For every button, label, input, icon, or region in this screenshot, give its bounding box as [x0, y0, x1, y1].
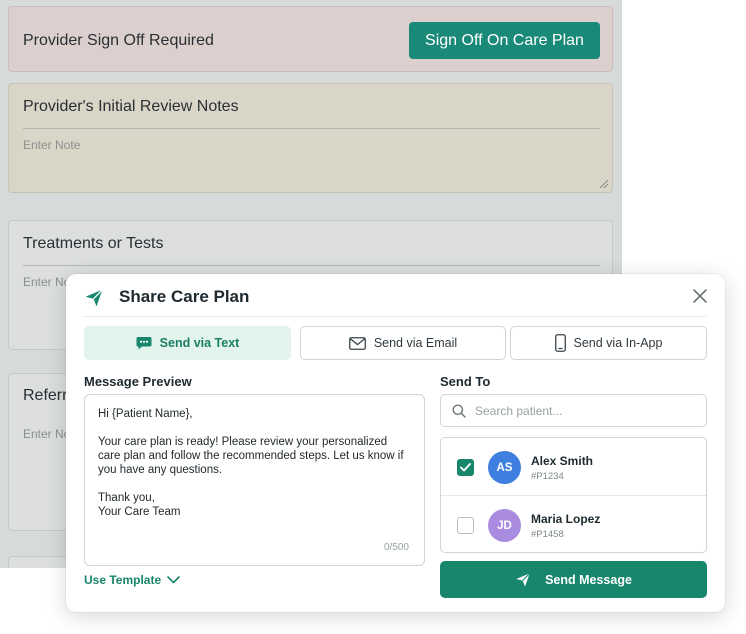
divider	[23, 265, 600, 266]
patient-checkbox[interactable]	[457, 459, 474, 476]
patient-row-alex-smith[interactable]: AS Alex Smith #P1234	[441, 438, 706, 496]
send-button-label: Send Message	[545, 572, 632, 587]
treatments-placeholder: Enter No	[23, 275, 71, 289]
check-icon	[460, 463, 471, 472]
patient-search-field[interactable]	[440, 394, 707, 427]
patient-list: AS Alex Smith #P1234 JD Maria Lopez #P14…	[440, 437, 707, 553]
tab-send-via-in-app[interactable]: Send via In-App	[510, 326, 707, 360]
message-closing-line1: Thank you,	[98, 492, 155, 504]
patient-name: Alex Smith	[531, 454, 594, 468]
avatar: AS	[488, 451, 521, 484]
modal-title: Share Care Plan	[119, 287, 250, 306]
message-body: Your care plan is ready! Please review y…	[98, 436, 404, 476]
tab-label: Send via Text	[159, 336, 240, 350]
tab-label: Send via In-App	[573, 336, 663, 350]
envelope-icon	[348, 336, 366, 350]
message-closing-line2: Your Care Team	[98, 506, 181, 518]
patient-id: #P1234	[531, 471, 564, 482]
referrals-title: Referr	[23, 387, 68, 404]
search-icon	[452, 404, 466, 418]
share-care-plan-modal: Share Care Plan Send via Text Send via E…	[66, 274, 725, 612]
message-preview-label: Message Preview	[84, 374, 192, 389]
resize-grip-icon[interactable]	[600, 180, 608, 188]
send-icon	[516, 572, 531, 587]
tab-send-via-email[interactable]: Send via Email	[300, 326, 506, 360]
sign-off-button[interactable]: Sign Off On Care Plan	[409, 22, 600, 59]
chevron-down-icon	[167, 576, 180, 584]
use-template-label: Use Template	[84, 573, 162, 587]
patient-id: #P1458	[531, 529, 564, 540]
header-divider	[84, 316, 707, 317]
send-to-label: Send To	[440, 374, 491, 389]
notes-title: Provider's Initial Review Notes	[23, 98, 239, 115]
message-greeting: Hi {Patient Name},	[98, 408, 193, 420]
patient-row-maria-lopez[interactable]: JD Maria Lopez #P1458	[441, 496, 706, 554]
use-template-dropdown[interactable]: Use Template	[84, 573, 180, 587]
divider	[23, 128, 600, 129]
avatar: JD	[488, 509, 521, 542]
smartphone-icon	[554, 334, 566, 352]
chat-bubble-icon	[136, 337, 152, 350]
send-message-button[interactable]: Send Message	[440, 561, 707, 598]
character-count: 0/500	[383, 542, 409, 553]
signoff-title: Provider Sign Off Required	[23, 32, 214, 49]
treatments-title: Treatments or Tests	[23, 235, 164, 252]
tab-send-via-text[interactable]: Send via Text	[84, 326, 291, 360]
initial-review-notes-card[interactable]: Provider's Initial Review Notes Enter No…	[8, 83, 613, 193]
message-preview-textarea[interactable]: Hi {Patient Name}, Your care plan is rea…	[84, 394, 425, 566]
close-icon[interactable]	[691, 287, 709, 305]
notes-placeholder: Enter Note	[23, 138, 81, 152]
send-icon	[85, 289, 103, 307]
search-input[interactable]	[475, 403, 695, 418]
referrals-placeholder: Enter No	[23, 427, 71, 441]
signoff-banner: Provider Sign Off Required Sign Off On C…	[8, 6, 613, 72]
tab-label: Send via Email	[373, 336, 458, 350]
patient-name: Maria Lopez	[531, 512, 601, 526]
patient-checkbox[interactable]	[457, 517, 474, 534]
